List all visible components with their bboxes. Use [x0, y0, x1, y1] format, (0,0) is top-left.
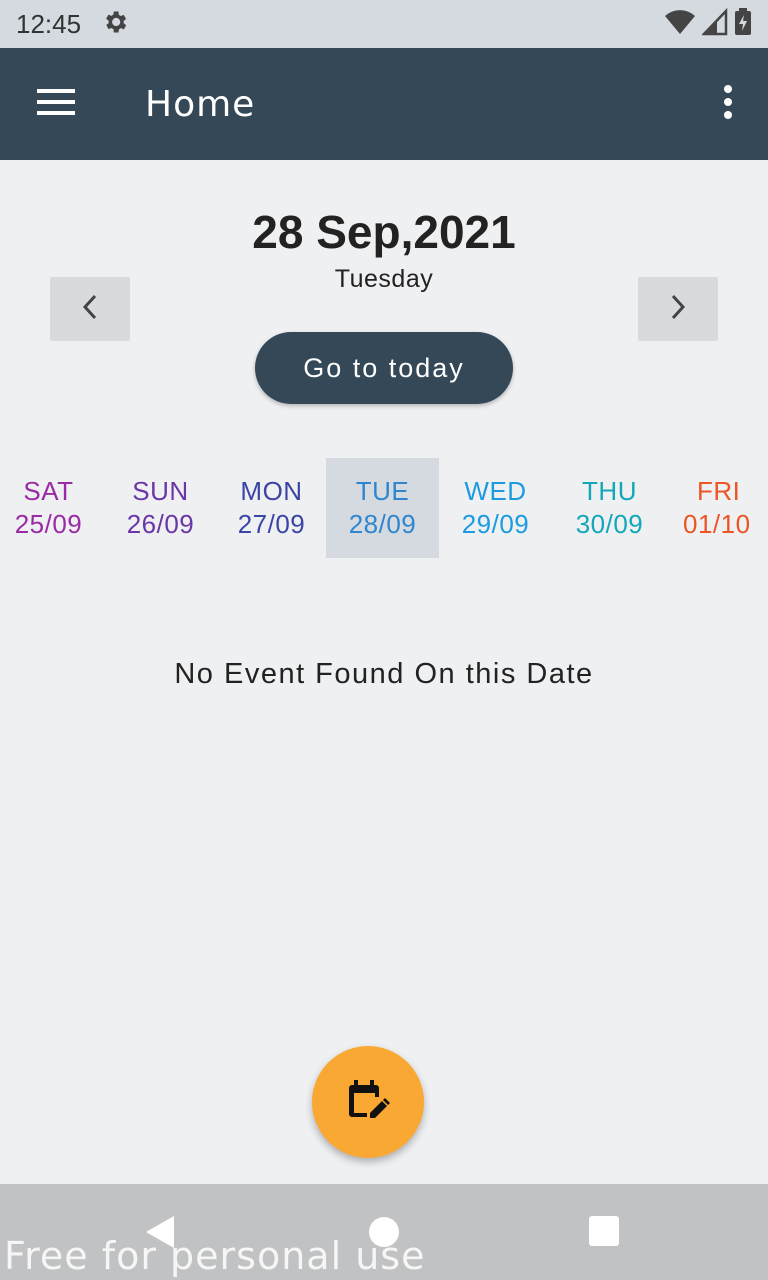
- day-date: 25/09: [14, 509, 83, 539]
- day-name: THU: [582, 476, 637, 506]
- watermark: Free for personal use: [4, 1234, 426, 1278]
- app-bar: Home: [0, 48, 768, 160]
- day-date: 29/09: [461, 509, 530, 539]
- battery-charging-icon: [734, 7, 752, 41]
- settings-icon: [101, 8, 129, 41]
- hamburger-menu-icon: [37, 88, 75, 121]
- day-item[interactable]: WED 29/09: [439, 458, 552, 558]
- day-item-selected[interactable]: TUE 28/09: [326, 458, 439, 558]
- status-time: 12:45: [16, 8, 82, 39]
- day-date: 28/09: [348, 509, 417, 539]
- chevron-right-icon: [670, 294, 686, 325]
- day-item[interactable]: FRI 01/10: [664, 458, 768, 558]
- status-bar: 12:45: [0, 0, 768, 48]
- day-item[interactable]: SUN 26/09: [104, 458, 217, 558]
- chevron-left-icon: [82, 294, 98, 325]
- calendar-edit-icon: [346, 1078, 390, 1127]
- wifi-icon: [664, 8, 696, 41]
- day-date: 26/09: [126, 509, 195, 539]
- more-vert-icon: [723, 84, 733, 124]
- day-item[interactable]: SAT 25/09: [0, 458, 105, 558]
- day-strip: SAT 25/09 SUN 26/09 MON 27/09 TUE 28/09 …: [0, 458, 768, 558]
- menu-button[interactable]: [0, 48, 112, 160]
- day-item[interactable]: THU 30/09: [553, 458, 666, 558]
- selected-date: 28 Sep,2021: [252, 206, 516, 258]
- go-to-today-button[interactable]: Go to today: [255, 332, 513, 404]
- add-event-fab[interactable]: [312, 1046, 424, 1158]
- more-options-button[interactable]: [688, 48, 768, 160]
- page-title: Home: [145, 83, 256, 125]
- day-name: MON: [240, 476, 303, 506]
- day-name: FRI: [697, 476, 741, 506]
- day-item[interactable]: MON 27/09: [215, 458, 328, 558]
- day-name: SUN: [132, 476, 189, 506]
- recents-icon[interactable]: [589, 1216, 619, 1246]
- day-name: WED: [464, 476, 527, 506]
- day-date: 27/09: [237, 509, 306, 539]
- day-date: 01/10: [683, 509, 751, 539]
- signal-icon: [701, 7, 728, 41]
- day-date: 30/09: [575, 509, 644, 539]
- next-day-button[interactable]: [638, 277, 718, 341]
- previous-day-button[interactable]: [50, 277, 130, 341]
- day-name: TUE: [355, 476, 410, 506]
- empty-state-message: No Event Found On this Date: [174, 658, 594, 690]
- day-name: SAT: [23, 476, 74, 506]
